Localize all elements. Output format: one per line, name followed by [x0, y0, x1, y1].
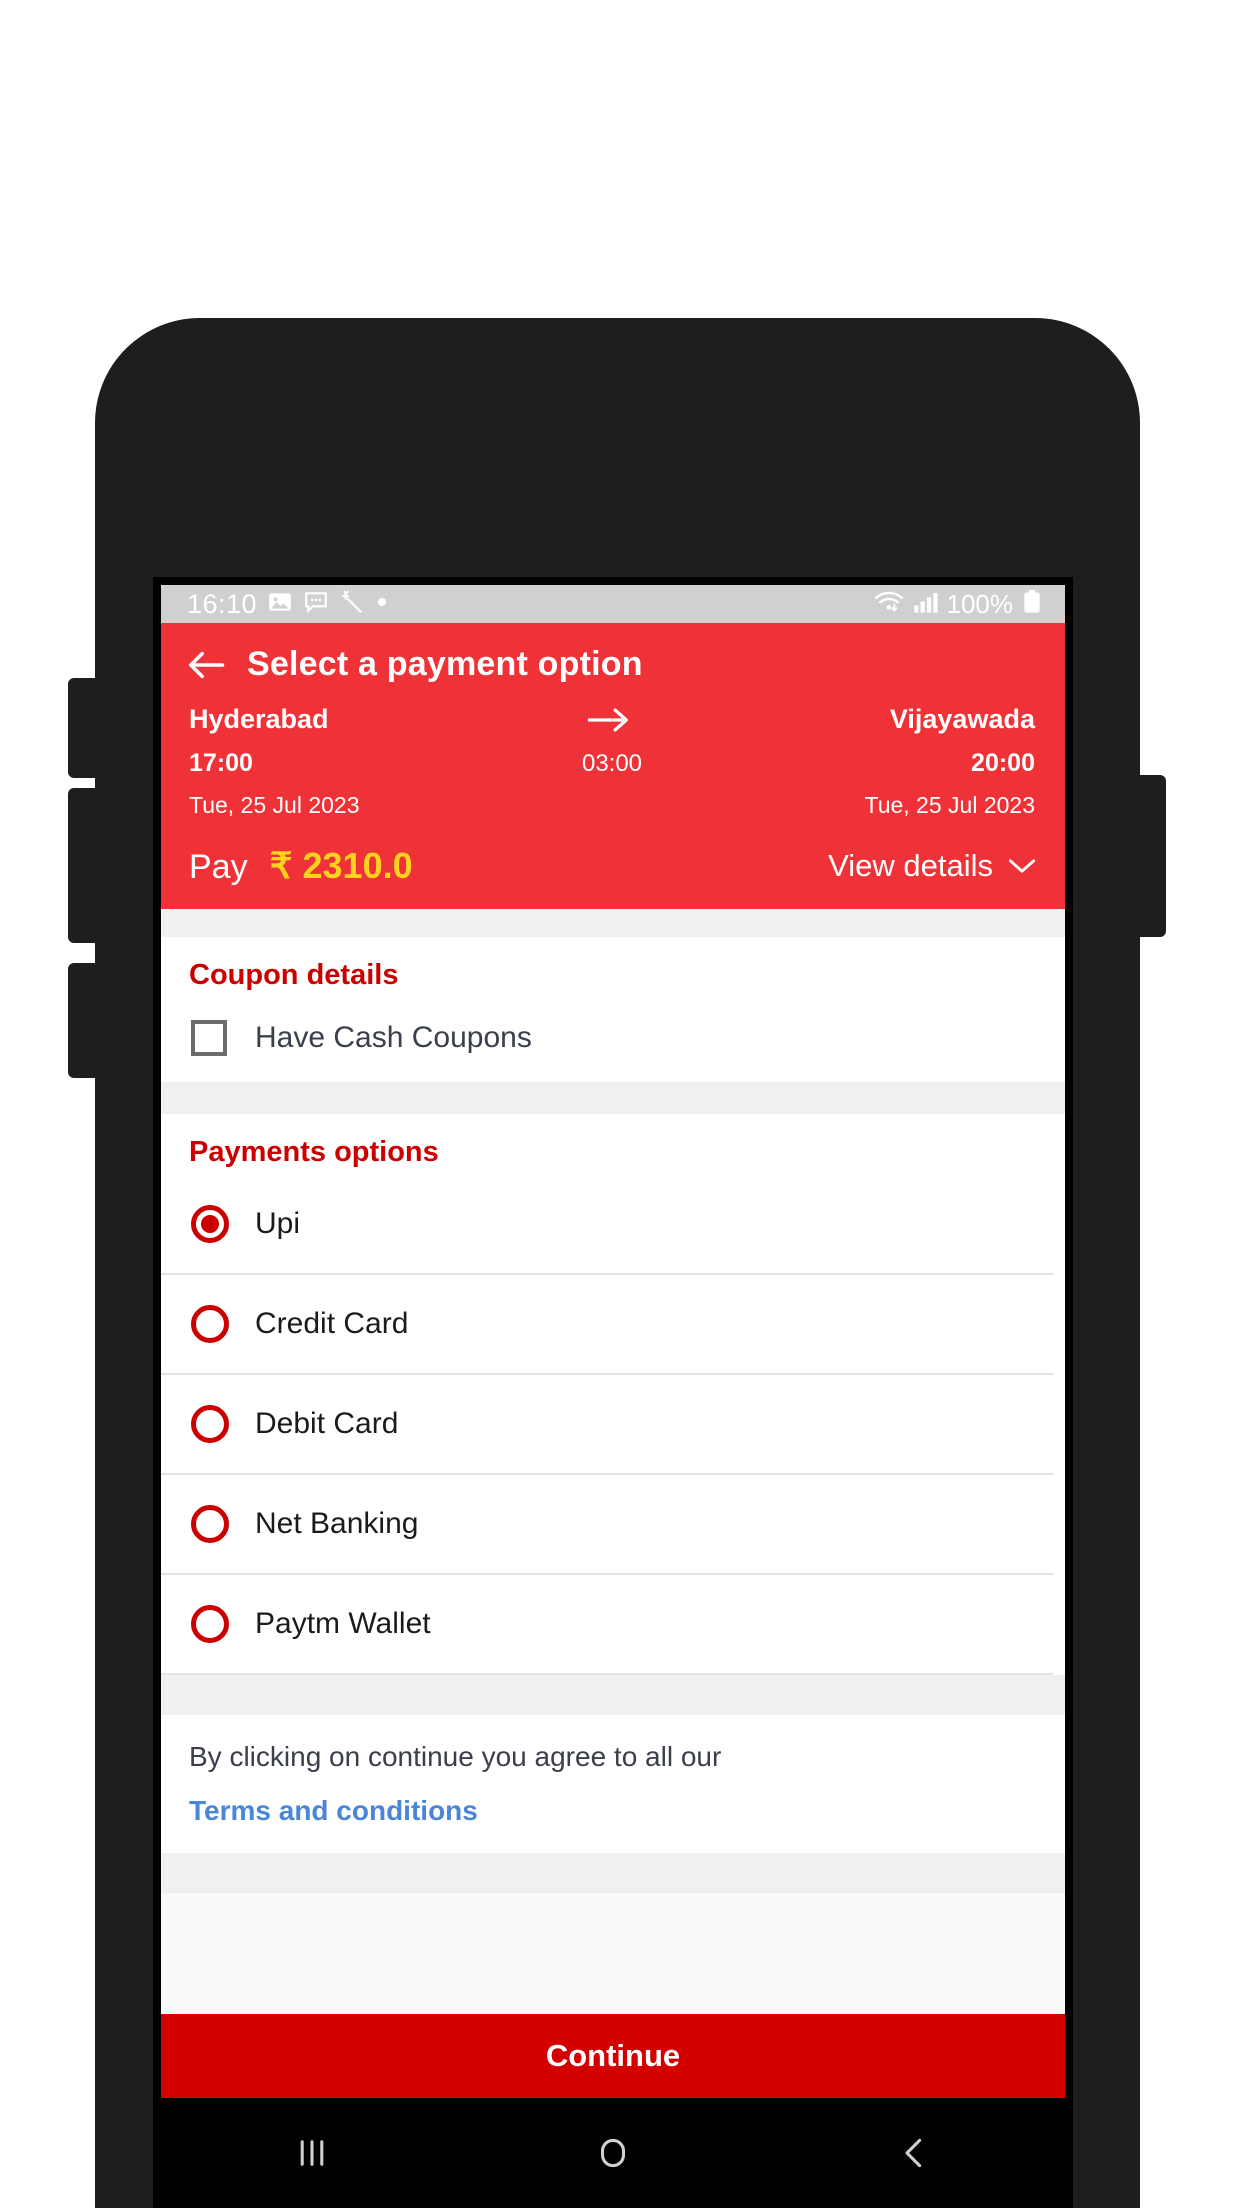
radio-icon[interactable]: [191, 1505, 229, 1543]
payment-option-label: Paytm Wallet: [255, 1607, 431, 1640]
coupon-section: Coupon details Have Cash Coupons: [161, 937, 1065, 1082]
view-details-button[interactable]: View details: [828, 848, 1036, 884]
pay-amount: ₹ 2310.0: [269, 845, 413, 886]
payment-option-paytm-wallet[interactable]: Paytm Wallet: [161, 1575, 1053, 1675]
content-filler: [161, 1893, 1065, 2014]
arrival-time: 20:00: [971, 749, 1035, 777]
have-cash-coupons-checkbox[interactable]: [191, 1020, 227, 1056]
terms-section: By clicking on continue you agree to all…: [161, 1715, 1065, 1853]
payment-option-label: Debit Card: [255, 1407, 399, 1440]
app-header: Select a payment option Hyderabad Vijaya…: [161, 623, 1065, 909]
section-gap-2: [161, 1082, 1065, 1114]
view-details-label: View details: [828, 848, 993, 883]
wifi-icon: [873, 589, 905, 620]
back-chevron-icon[interactable]: [884, 2123, 944, 2183]
coupon-section-title: Coupon details: [189, 959, 399, 991]
departure-date: Tue, 25 Jul 2023: [189, 792, 360, 818]
status-bar-left: 16:10: [187, 589, 389, 620]
journey-duration: 03:00: [581, 749, 643, 777]
payments-section-title: Payments options: [189, 1136, 439, 1168]
phone-left-button-1[interactable]: [68, 678, 98, 778]
payment-option-label: Upi: [255, 1207, 301, 1240]
chat-bubble-icon: [303, 589, 329, 620]
arrival-date: Tue, 25 Jul 2023: [864, 792, 1036, 818]
have-cash-coupons-label: Have Cash Coupons: [255, 1021, 532, 1054]
radio-icon[interactable]: [191, 1205, 229, 1243]
journey-dates-row: Tue, 25 Jul 2023 Tue, 25 Jul 2023: [189, 778, 1035, 819]
have-cash-coupons-row[interactable]: Have Cash Coupons: [161, 998, 1065, 1082]
phone-volume-button[interactable]: [68, 788, 98, 943]
phone-left-button-3[interactable]: [68, 963, 98, 1078]
status-bar: 16:10 100%: [161, 585, 1065, 623]
header-top-bar: Select a payment option: [161, 623, 1065, 694]
departure-time: 17:00: [189, 749, 253, 777]
journey-times-row: 17:00 03:00 20:00: [189, 735, 1035, 778]
app-viewport: 16:10 100% Select a payment option Hyder…: [161, 585, 1065, 2208]
payment-option-debit-card[interactable]: Debit Card: [161, 1375, 1053, 1475]
terms-and-conditions-link[interactable]: Terms and conditions: [189, 1795, 1065, 1827]
journey-summary: Hyderabad Vijayawada 17:00 03:00 20:00 T…: [161, 694, 1065, 819]
back-arrow-icon[interactable]: [187, 650, 225, 680]
terms-agreement-text: By clicking on continue you agree to all…: [189, 1741, 722, 1772]
payment-options-list: Upi Credit Card Debit Card Net Banking P: [161, 1175, 1065, 1675]
android-nav-bar: [161, 2098, 1065, 2208]
section-gap-3: [161, 1675, 1065, 1715]
arrow-right-icon: [587, 707, 630, 733]
image-icon: [267, 589, 293, 620]
magic-wand-icon: [339, 589, 365, 620]
radio-icon[interactable]: [191, 1605, 229, 1643]
continue-button-label: Continue: [545, 2038, 681, 2073]
origin-city: Hyderabad: [189, 704, 329, 734]
payment-option-label: Credit Card: [255, 1307, 409, 1340]
phone-screen: 16:10 100% Select a payment option Hyder…: [153, 577, 1073, 2208]
section-gap-4: [161, 1853, 1065, 1893]
pay-amount-group: Pay ₹ 2310.0: [189, 845, 413, 887]
radio-icon[interactable]: [191, 1405, 229, 1443]
payment-option-credit-card[interactable]: Credit Card: [161, 1275, 1053, 1375]
page-title: Select a payment option: [247, 645, 643, 683]
chevron-down-icon: [1008, 858, 1036, 874]
pay-label: Pay: [189, 848, 248, 886]
recents-icon[interactable]: [282, 2123, 342, 2183]
payment-option-upi[interactable]: Upi: [161, 1175, 1053, 1275]
phone-power-button[interactable]: [1138, 775, 1166, 937]
status-bar-right: 100%: [873, 589, 1044, 620]
home-icon[interactable]: [583, 2123, 643, 2183]
journey-cities-row: Hyderabad Vijayawada: [189, 704, 1035, 735]
payments-section: Payments options Upi Credit Card Debit C…: [161, 1114, 1065, 1675]
continue-button[interactable]: Continue: [161, 2014, 1065, 2098]
payment-option-net-banking[interactable]: Net Banking: [161, 1475, 1053, 1575]
screenshot-root: 16:10 100% Select a payment option Hyder…: [0, 0, 1242, 2208]
dot-icon: [375, 589, 389, 620]
cellular-signal-icon: [913, 590, 939, 619]
payment-option-label: Net Banking: [255, 1507, 419, 1540]
destination-city: Vijayawada: [889, 704, 1035, 734]
pay-summary-row: Pay ₹ 2310.0 View details: [161, 819, 1065, 893]
battery-icon: [1021, 589, 1043, 620]
radio-icon[interactable]: [191, 1305, 229, 1343]
status-bar-clock: 16:10: [187, 588, 258, 619]
section-gap-1: [161, 909, 1065, 937]
battery-percentage: 100%: [946, 588, 1014, 619]
